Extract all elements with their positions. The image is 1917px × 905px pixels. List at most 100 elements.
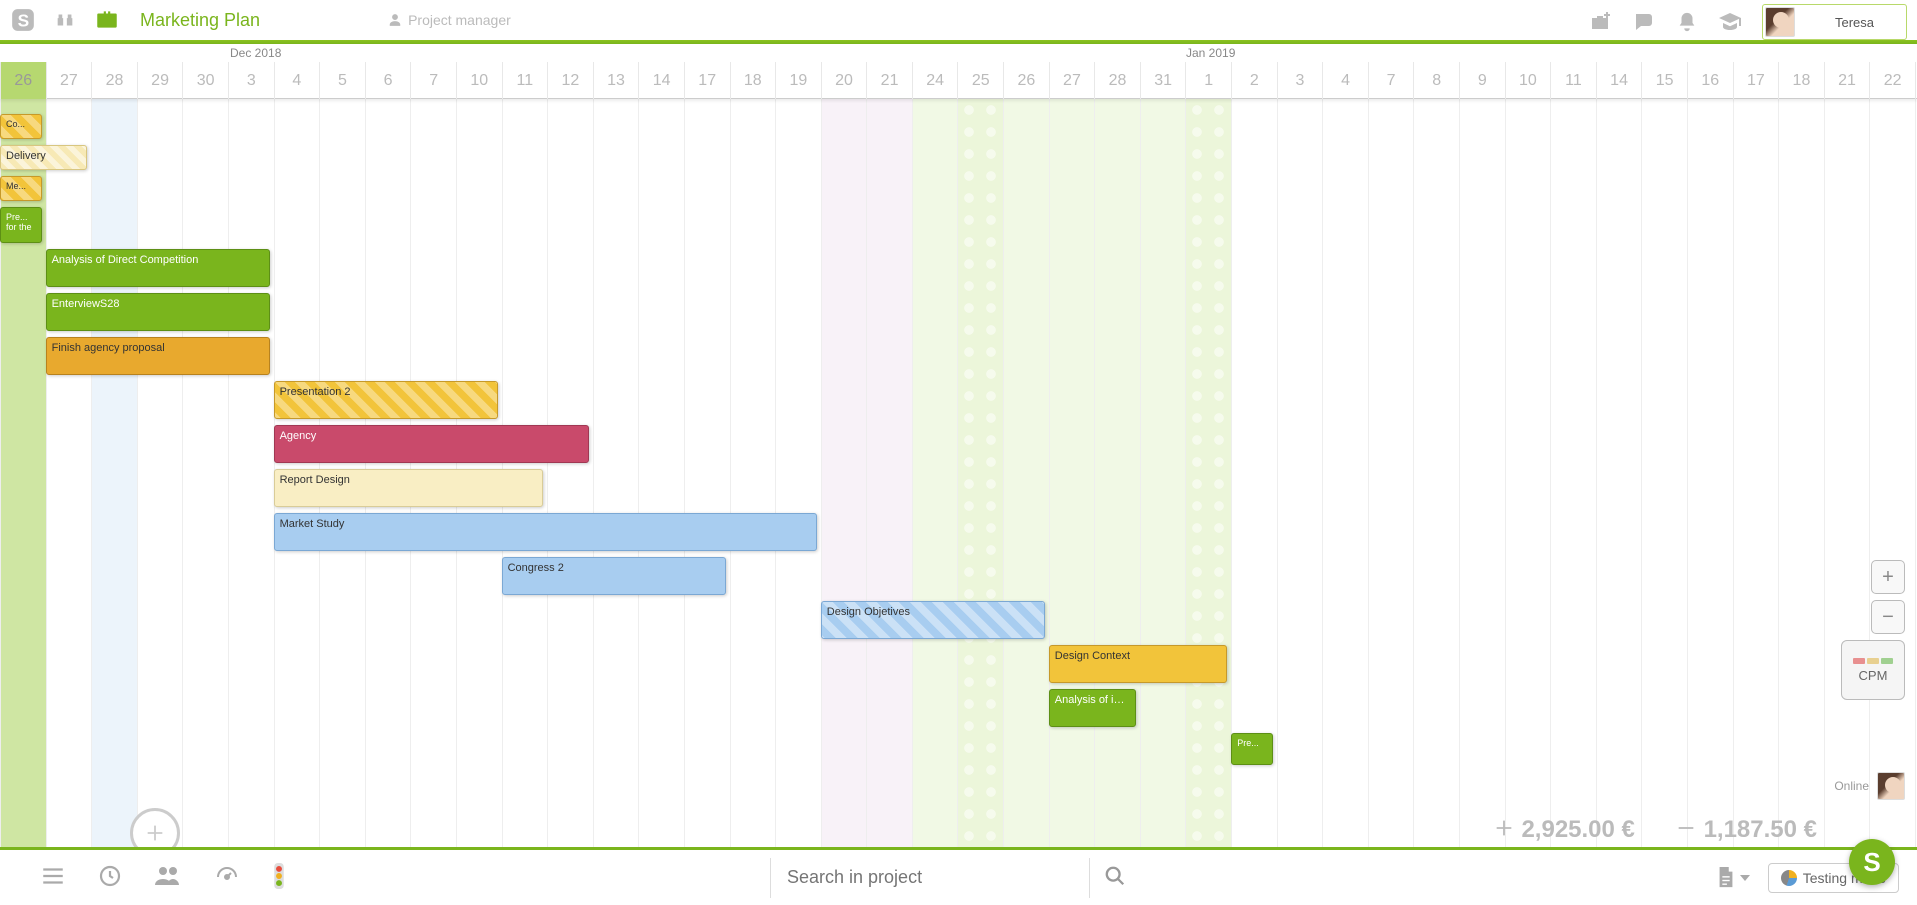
day-header[interactable]: 21 [866,62,912,99]
day-header[interactable]: 19 [775,62,821,99]
add-task-button[interactable] [130,808,180,850]
fab-button[interactable]: S [1849,839,1895,885]
day-header[interactable]: 22 [1869,62,1915,99]
day-column [1596,99,1642,850]
search-input[interactable] [770,858,1090,898]
day-header[interactable]: 20 [821,62,867,99]
day-header[interactable]: 5 [319,62,365,99]
day-header[interactable]: 10 [456,62,502,99]
task-bar[interactable]: Presentation 2 [274,381,498,419]
day-header[interactable]: 26 [1003,62,1049,99]
day-header[interactable]: 2 [1231,62,1277,99]
bell-icon[interactable] [1676,11,1698,33]
day-header[interactable]: 15 [1641,62,1687,99]
day-header[interactable]: 31 [1140,62,1186,99]
day-header[interactable]: 14 [1596,62,1642,99]
day-column [1641,99,1687,850]
day-header[interactable]: 18 [1778,62,1824,99]
clock-icon[interactable] [98,864,122,891]
day-header[interactable]: 3 [228,62,274,99]
users-icon[interactable] [154,864,182,891]
cpm-button[interactable]: CPM [1841,640,1905,700]
zoom-in-button[interactable]: + [1871,560,1905,594]
add-briefcase-icon[interactable] [1588,10,1612,34]
day-header[interactable]: 21 [1824,62,1870,99]
traffic-light-icon[interactable] [272,863,286,892]
day-header[interactable]: 3 [1277,62,1323,99]
day-header[interactable]: 9 [1459,62,1505,99]
search-icon[interactable] [1090,865,1140,890]
avatar [1765,7,1795,37]
zoom-out-button[interactable]: − [1871,600,1905,634]
day-header[interactable]: 29 [137,62,183,99]
day-header[interactable]: 4 [274,62,320,99]
day-header[interactable]: 27 [46,62,92,99]
avatar [1877,772,1905,800]
task-bar[interactable]: Co... [0,114,42,139]
document-dropdown-icon[interactable] [1715,865,1750,891]
graduation-icon[interactable] [1718,10,1742,34]
list-icon[interactable] [40,863,66,892]
day-column [91,99,137,850]
project-manager-label[interactable]: Project manager [388,12,511,28]
day-column [1505,99,1551,850]
day-column [1869,99,1915,850]
task-bar[interactable]: Design Context [1049,645,1227,683]
user-menu[interactable]: Teresa [1762,4,1907,40]
day-column [1185,99,1231,850]
online-badge[interactable]: Online [1834,772,1905,800]
binoculars-icon[interactable] [54,9,76,31]
day-header[interactable]: 17 [1733,62,1779,99]
day-header[interactable]: 6 [365,62,411,99]
day-header[interactable]: 26 [0,62,46,99]
dashboard-icon[interactable] [214,864,240,891]
day-header[interactable]: 7 [1368,62,1414,99]
task-bar[interactable]: Analysis of indirect competition [1049,689,1136,727]
task-bar[interactable]: Congress 2 [502,557,726,595]
app-logo-icon[interactable]: S [10,7,36,33]
task-bar[interactable]: Me... [0,176,42,201]
day-header[interactable]: 18 [730,62,776,99]
task-bar[interactable]: Agency [274,425,589,463]
task-bar[interactable]: Pre... for the [0,207,42,243]
day-header[interactable]: 4 [1322,62,1368,99]
day-header[interactable]: 10 [1505,62,1551,99]
task-bar[interactable]: Pre... [1231,733,1273,765]
day-header[interactable]: 14 [638,62,684,99]
task-bar[interactable]: Report Design [274,469,544,507]
task-bar[interactable]: Analysis of Direct Competition [46,249,270,287]
day-header[interactable]: 27 [1049,62,1095,99]
day-header[interactable]: 28 [1094,62,1140,99]
day-column [1550,99,1596,850]
day-column [182,99,228,850]
day-header[interactable]: 1 [1185,62,1231,99]
briefcase-icon[interactable] [94,7,120,33]
zoom-controls: + − CPM [1841,560,1905,700]
day-header[interactable]: 25 [957,62,1003,99]
day-header[interactable]: 7 [410,62,456,99]
day-header[interactable]: 12 [547,62,593,99]
day-header[interactable]: 11 [1550,62,1596,99]
day-column [1368,99,1414,850]
gantt-area[interactable]: Co...DeliveryMe...Pre... for theAnalysis… [0,99,1917,850]
task-bar[interactable]: EnterviewS28 [46,293,270,331]
task-bar[interactable]: Design Objetives [821,601,1045,639]
day-header[interactable]: 11 [502,62,548,99]
day-header[interactable]: 8 [1413,62,1459,99]
day-column [593,99,639,850]
day-header[interactable]: 13 [593,62,639,99]
timeline-header: Dec 2018 Jan 2019 2627282930345671011121… [0,44,1917,99]
piechart-icon [1781,870,1797,886]
task-bar[interactable]: Finish agency proposal [46,337,270,375]
day-header[interactable]: 17 [684,62,730,99]
chat-icon[interactable] [1632,10,1656,34]
task-bar[interactable]: Delivery [0,145,87,170]
day-header[interactable]: 28 [91,62,137,99]
day-row: 2627282930345671011121314171819202124252… [0,62,1917,99]
day-header[interactable]: 24 [912,62,958,99]
page-title: Marketing Plan [140,10,260,31]
day-header[interactable]: 30 [182,62,228,99]
task-bar[interactable]: Market Study [274,513,817,551]
day-header[interactable]: 16 [1687,62,1733,99]
day-column [1049,99,1095,850]
